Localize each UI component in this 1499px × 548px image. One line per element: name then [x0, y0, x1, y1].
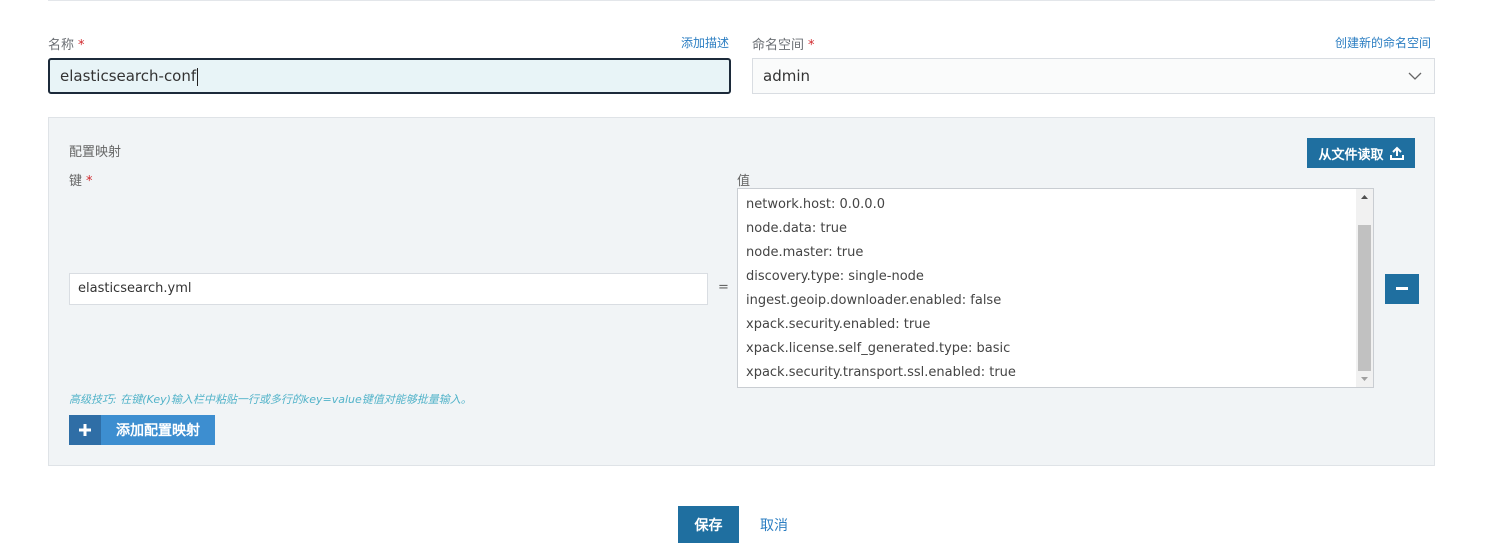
- scroll-up-icon[interactable]: [1356, 189, 1373, 206]
- name-input-value: elasticsearch-conf: [60, 67, 197, 85]
- add-mapping-button[interactable]: 添加配置映射: [69, 415, 215, 445]
- scrollbar-thumb[interactable]: [1358, 225, 1371, 371]
- value-line: discovery.type: single-node: [746, 269, 924, 284]
- remove-mapping-button[interactable]: [1385, 274, 1419, 304]
- value-line: xpack.security.transport.ssl.enabled: tr…: [746, 365, 1016, 380]
- upload-icon: [1389, 146, 1404, 160]
- scroll-down-icon[interactable]: [1356, 370, 1373, 387]
- read-from-file-button[interactable]: 从文件读取: [1307, 138, 1415, 168]
- add-description-link[interactable]: 添加描述: [681, 34, 729, 51]
- advanced-tip: 高级技巧: 在键(Key)输入栏中粘贴一行或多行的key=value键值对能够批…: [69, 393, 472, 406]
- value-line: node.master: true: [746, 245, 864, 260]
- value-lines: network.host: 0.0.0.0 node.data: true no…: [746, 193, 1016, 385]
- text-caret: [197, 67, 199, 86]
- name-label-text: 名称: [48, 38, 75, 53]
- value-textarea[interactable]: network.host: 0.0.0.0 node.data: true no…: [737, 188, 1374, 388]
- read-from-file-label: 从文件读取: [1318, 146, 1384, 162]
- cancel-link[interactable]: 取消: [760, 515, 788, 535]
- save-button[interactable]: 保存: [678, 506, 739, 543]
- value-line: xpack.security.enabled: true: [746, 317, 931, 332]
- plus-icon-wrap: [69, 415, 101, 445]
- value-line: node.data: true: [746, 221, 848, 236]
- config-map-panel: 配置映射 从文件读取 键 * 值 elasticsearch.yml = netw…: [48, 117, 1435, 466]
- value-line: ingest.geoip.downloader.enabled: false: [746, 293, 1002, 308]
- add-mapping-label: 添加配置映射: [116, 422, 200, 438]
- namespace-label: 命名空间 *: [752, 34, 815, 53]
- value-line: xpack.license.self_generated.type: basic: [746, 341, 1011, 356]
- required-mark: *: [78, 38, 85, 53]
- value-line: network.host: 0.0.0.0: [746, 197, 885, 212]
- name-input[interactable]: elasticsearch-conf: [48, 58, 731, 94]
- config-map-title: 配置映射: [69, 145, 122, 160]
- equals-sign: =: [718, 280, 729, 295]
- chevron-down-icon: [1408, 72, 1422, 80]
- namespace-select[interactable]: admin: [752, 58, 1435, 94]
- key-label: 键 *: [69, 170, 93, 189]
- key-label-text: 键: [69, 174, 83, 189]
- plus-icon: [79, 424, 91, 436]
- top-divider: [48, 0, 1435, 1]
- required-mark: *: [86, 174, 93, 189]
- namespace-label-text: 命名空间: [752, 38, 805, 53]
- name-label: 名称 *: [48, 34, 85, 53]
- required-mark: *: [808, 38, 815, 53]
- key-input[interactable]: elasticsearch.yml: [69, 273, 708, 305]
- create-namespace-link[interactable]: 创建新的命名空间: [1335, 34, 1431, 51]
- value-label: 值: [737, 174, 751, 189]
- value-scrollbar[interactable]: [1356, 189, 1373, 387]
- namespace-select-value: admin: [763, 67, 810, 85]
- minus-icon: [1396, 287, 1408, 290]
